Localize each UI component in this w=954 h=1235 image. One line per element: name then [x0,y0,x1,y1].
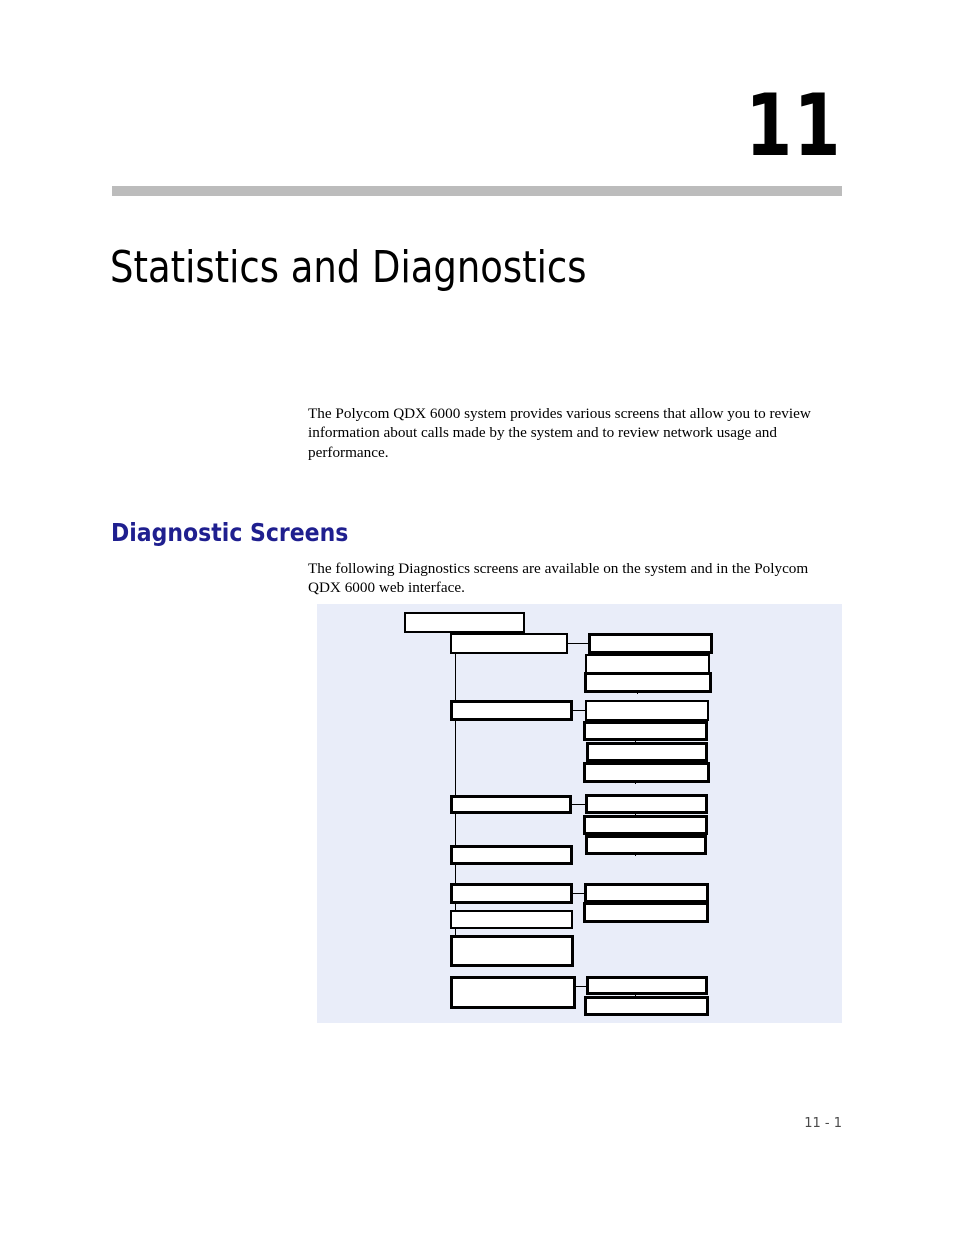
chapter-divider-rule [112,186,842,196]
diagram-node-l2-h1 [586,976,708,995]
diagram-node-l1-d [450,845,573,865]
diagram-node-l2-b1 [585,700,709,721]
diagram-node-label [453,886,570,892]
diagram-node-label [586,724,705,730]
diagram-node-l1-g [450,935,574,967]
diagram-node-label [587,675,709,681]
diagram-node-label [452,635,566,641]
page-number: 11 - 1 [804,1116,842,1131]
diagram-node-label [453,979,573,985]
diagram-node-l2-b2 [583,721,708,741]
diagram-node-l2-c3 [585,835,707,855]
diagram-node-l1-e [450,883,573,904]
diagram-node-label [589,979,705,985]
diagram-node-l2-e1 [584,883,709,903]
diagram-node-label [587,656,708,662]
diagram-node-label [453,938,571,944]
diagram-node-l2-b3 [586,742,708,762]
diagram-node-label [452,912,571,918]
diagram-connector [572,804,585,806]
diagram-node-l2-h2 [584,996,709,1016]
diagram-node-l1-a [450,633,568,654]
diagram-node-l1-c [450,795,572,814]
diagram-node-label [406,614,523,620]
diagram-node-label [453,703,570,709]
diagram-connector [576,986,586,988]
diagram-node-l1-f [450,910,573,929]
diagram-node-l1-h [450,976,576,1009]
diagram-node-label [586,765,707,771]
diagram-node-label [591,636,710,642]
section-paragraph: The following Diagnostics screens are av… [308,560,809,597]
diagram-node-l2-a1 [588,633,713,654]
diagram-connector [573,893,584,895]
diagram-node-l2-c2 [583,815,708,835]
diagram-node-root [404,612,525,633]
diagram-node-l2-e2 [583,902,709,923]
diagram-connector [573,710,585,712]
diagram-node-label [589,745,705,751]
diagram-node-label [453,848,570,854]
chapter-number: 11 [745,76,842,176]
diagram-node-l2-a3 [584,672,712,693]
diagram-node-label [588,797,705,803]
diagram-node-l2-c1 [585,794,708,814]
diagram-node-label [586,818,705,824]
diagram-node-label [587,999,706,1005]
diagnostic-screens-menu-tree-diagram [317,604,842,1023]
diagram-node-label [453,798,569,804]
diagram-node-label [588,838,704,844]
diagram-connector [568,643,588,645]
diagram-node-l2-b4 [583,762,710,783]
diagram-node-label [586,905,706,911]
intro-paragraph: The Polycom QDX 6000 system provides var… [308,405,811,461]
section-heading-diagnostic-screens: Diagnostic Screens [111,517,349,547]
diagram-node-label [587,702,707,708]
diagram-node-label [587,886,706,892]
page-title: Statistics and Diagnostics [110,242,587,294]
diagram-node-l2-a2 [585,654,710,674]
diagram-node-l1-b [450,700,573,721]
